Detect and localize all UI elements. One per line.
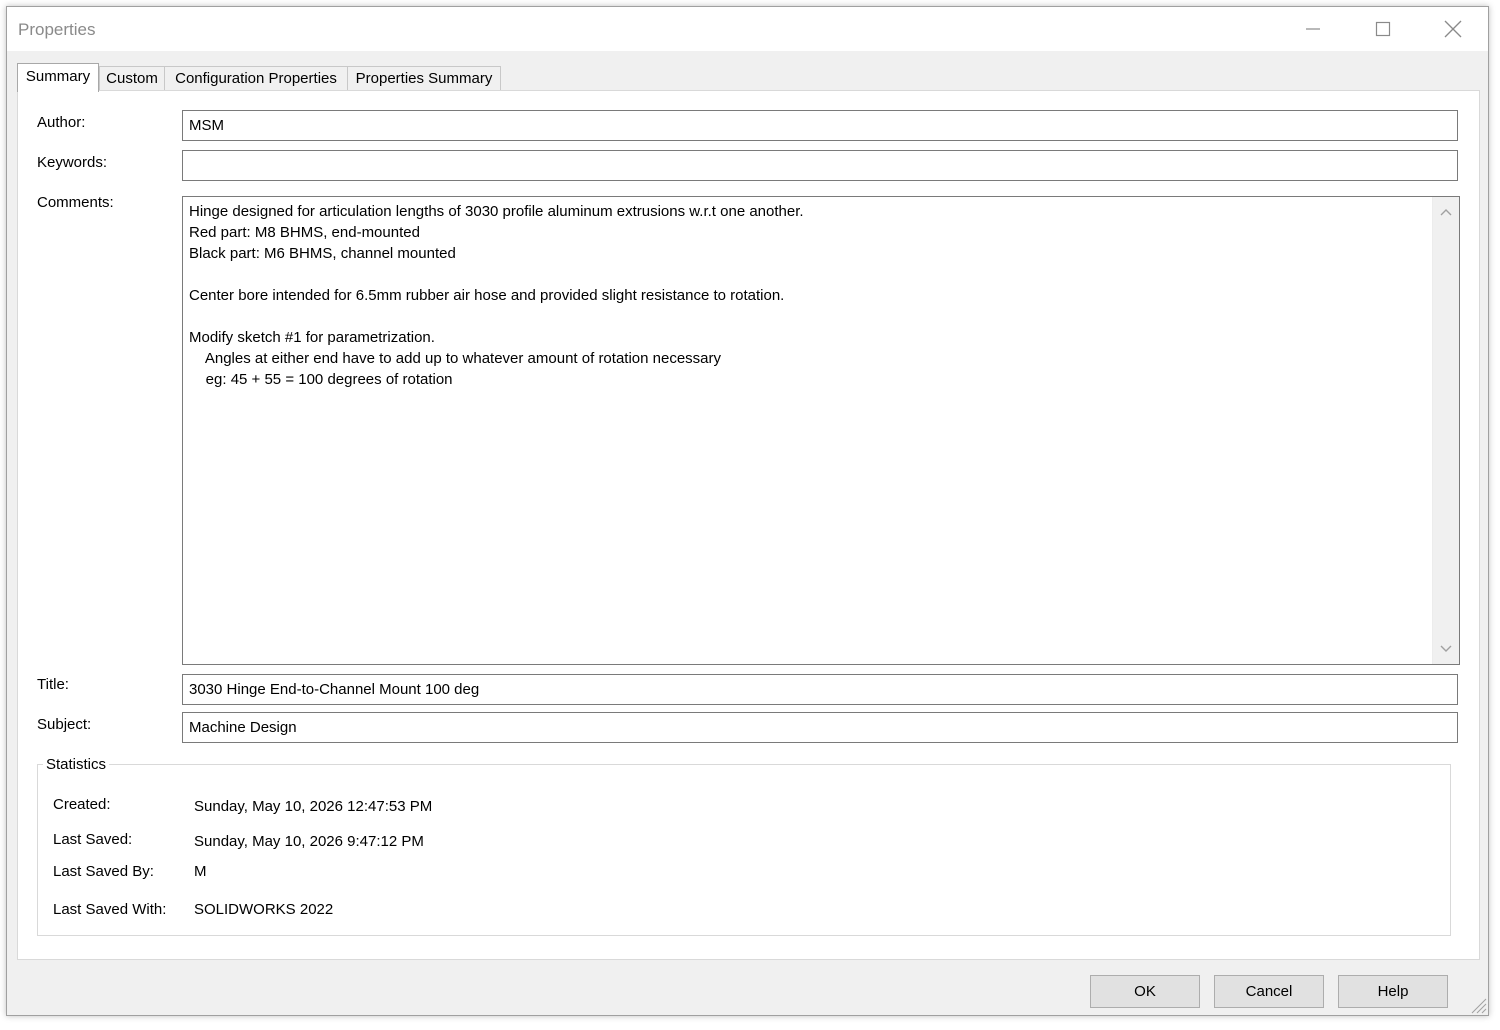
resize-grip-icon[interactable] <box>1469 996 1487 1014</box>
keywords-field[interactable] <box>182 150 1458 181</box>
title-bar[interactable]: Properties <box>7 7 1488 51</box>
comments-field[interactable]: Hinge designed for articulation lengths … <box>182 196 1460 665</box>
last-saved-with-label: Last Saved With: <box>53 901 167 918</box>
close-icon <box>1444 20 1462 38</box>
statistics-caption: Statistics <box>43 756 110 773</box>
maximize-icon <box>1375 21 1391 37</box>
created-value: Sunday, May 10, 2026 12:47:53 PM <box>194 798 433 815</box>
window-title: Properties <box>18 20 96 39</box>
subject-field[interactable]: Machine Design <box>182 712 1458 743</box>
help-button[interactable]: Help <box>1338 975 1448 1008</box>
last-saved-by-label: Last Saved By: <box>53 863 154 880</box>
title-label: Title: <box>37 676 69 693</box>
close-button[interactable] <box>1418 7 1488 51</box>
tab-configuration-properties[interactable]: Configuration Properties <box>164 66 348 91</box>
last-saved-by-value: M <box>194 863 207 880</box>
last-saved-value: Sunday, May 10, 2026 9:47:12 PM <box>194 833 424 850</box>
last-saved-label: Last Saved: <box>53 831 133 848</box>
created-label: Created: <box>53 796 111 813</box>
minimize-button[interactable] <box>1278 7 1348 51</box>
author-label: Author: <box>37 114 86 131</box>
comments-scrollbar[interactable] <box>1432 197 1459 664</box>
tab-summary[interactable]: Summary <box>17 63 99 92</box>
keywords-label: Keywords: <box>37 154 108 171</box>
title-field[interactable]: 3030 Hinge End-to-Channel Mount 100 deg <box>182 674 1458 705</box>
properties-dialog: Properties Summary Custom Configuration … <box>6 6 1489 1016</box>
last-saved-with-value: SOLIDWORKS 2022 <box>194 901 334 918</box>
scroll-down-icon[interactable] <box>1439 642 1453 656</box>
summary-panel: Author: MSM Keywords: Comments: Hinge de… <box>17 90 1480 960</box>
maximize-button[interactable] <box>1348 7 1418 51</box>
minimize-icon <box>1306 28 1320 30</box>
tab-custom[interactable]: Custom <box>99 66 165 91</box>
cancel-button[interactable]: Cancel <box>1214 975 1324 1008</box>
comments-label: Comments: <box>37 194 114 211</box>
comments-text[interactable]: Hinge designed for articulation lengths … <box>189 201 1431 660</box>
author-field[interactable]: MSM <box>182 110 1458 141</box>
subject-label: Subject: <box>37 716 92 733</box>
ok-button[interactable]: OK <box>1090 975 1200 1008</box>
tab-properties-summary[interactable]: Properties Summary <box>347 66 501 91</box>
scroll-up-icon[interactable] <box>1439 205 1453 219</box>
